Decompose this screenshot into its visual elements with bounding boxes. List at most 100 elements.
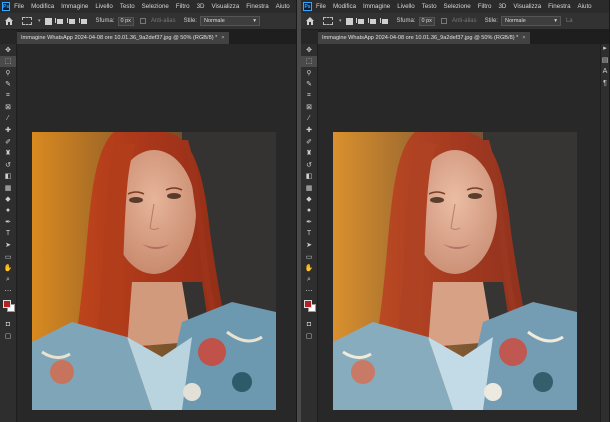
- menu-3d[interactable]: 3D: [197, 3, 205, 10]
- subtract-from-selection-icon[interactable]: [367, 17, 377, 25]
- type-icon[interactable]: T: [0, 228, 16, 240]
- menu-file[interactable]: File: [14, 3, 24, 10]
- gradient-icon[interactable]: ▦: [0, 182, 16, 194]
- antialias-checkbox[interactable]: [139, 18, 146, 24]
- menu-3d[interactable]: 3D: [498, 3, 506, 10]
- menu-testo[interactable]: Testo: [120, 3, 135, 10]
- menu-immagine[interactable]: Immagine: [61, 3, 88, 10]
- feather-input[interactable]: 0 px: [117, 16, 134, 26]
- subtract-from-selection-icon[interactable]: [66, 17, 76, 25]
- feather-input[interactable]: 0 px: [418, 16, 435, 26]
- color-swatches[interactable]: [301, 297, 317, 319]
- gradient-icon[interactable]: ▦: [301, 182, 317, 194]
- move-icon[interactable]: ✥: [0, 44, 16, 56]
- add-to-selection-icon[interactable]: [54, 17, 64, 25]
- document-tab[interactable]: Immagine WhatsApp 2024-04-08 ore 10.01.3…: [17, 32, 229, 44]
- menu-filtro[interactable]: Filtro: [478, 3, 492, 10]
- play-icon[interactable]: ▸: [601, 44, 609, 56]
- style-select[interactable]: Normale ▾: [199, 16, 260, 26]
- menu-livello[interactable]: Livello: [95, 3, 113, 10]
- lasso-icon[interactable]: ϙ: [301, 67, 317, 79]
- healing-brush-icon[interactable]: ✚: [0, 125, 16, 137]
- pen-icon[interactable]: ✒: [0, 217, 16, 229]
- dodge-icon[interactable]: ●: [301, 205, 317, 217]
- path-select-icon[interactable]: ➤: [0, 240, 16, 252]
- lasso-icon[interactable]: ϙ: [0, 67, 16, 79]
- move-icon[interactable]: ✥: [301, 44, 317, 56]
- frame-icon[interactable]: ⊠: [0, 102, 16, 114]
- type-icon[interactable]: T: [301, 228, 317, 240]
- menu-modifica[interactable]: Modifica: [31, 3, 54, 10]
- chevron-down-icon[interactable]: ▾: [38, 18, 41, 24]
- brush-icon[interactable]: ✐: [301, 136, 317, 148]
- menu-filtro[interactable]: Filtro: [176, 3, 190, 10]
- menu-selezione[interactable]: Selezione: [444, 3, 471, 10]
- canvas-area[interactable]: [319, 44, 600, 422]
- history-brush-icon[interactable]: ↺: [0, 159, 16, 171]
- hand-icon[interactable]: ✋: [301, 263, 317, 275]
- marquee-icon[interactable]: ⬚: [301, 55, 317, 67]
- crop-icon[interactable]: ⌗: [301, 90, 317, 102]
- zoom-icon[interactable]: ⌕: [0, 274, 16, 286]
- eraser-icon[interactable]: ◧: [301, 171, 317, 183]
- menu-aiuto[interactable]: Aiuto: [276, 3, 290, 10]
- menu-immagine[interactable]: Immagine: [363, 3, 390, 10]
- marquee-icon[interactable]: ⬚: [0, 55, 16, 67]
- pen-icon[interactable]: ✒: [301, 217, 317, 229]
- home-icon[interactable]: [305, 16, 315, 26]
- dodge-icon[interactable]: ●: [0, 205, 16, 217]
- menu-livello[interactable]: Livello: [397, 3, 415, 10]
- rectangle-icon[interactable]: ▭: [301, 251, 317, 263]
- menu-modifica[interactable]: Modifica: [333, 3, 356, 10]
- intersect-selection-icon[interactable]: [78, 17, 88, 25]
- menu-finestra[interactable]: Finestra: [246, 3, 268, 10]
- more-tools-icon[interactable]: ⋯: [0, 286, 16, 298]
- menu-visualizza[interactable]: Visualizza: [212, 3, 240, 10]
- quick-select-icon[interactable]: ✎: [0, 79, 16, 91]
- screen-mode-icon[interactable]: ▢: [0, 331, 16, 343]
- zoom-icon[interactable]: ⌕: [301, 274, 317, 286]
- menu-selezione[interactable]: Selezione: [142, 3, 169, 10]
- close-icon[interactable]: ×: [522, 32, 525, 44]
- intersect-selection-icon[interactable]: [379, 17, 389, 25]
- rectangular-marquee-icon[interactable]: [323, 17, 333, 25]
- frame-icon[interactable]: ⊠: [301, 102, 317, 114]
- crop-icon[interactable]: ⌗: [0, 90, 16, 102]
- foreground-color-swatch[interactable]: [304, 300, 312, 308]
- menu-finestra[interactable]: Finestra: [548, 3, 570, 10]
- chevron-down-icon[interactable]: ▾: [339, 18, 342, 24]
- hand-icon[interactable]: ✋: [0, 263, 16, 275]
- menu-visualizza[interactable]: Visualizza: [513, 3, 541, 10]
- clone-stamp-icon[interactable]: ♜: [301, 148, 317, 160]
- screen-mode-icon[interactable]: ▢: [301, 331, 317, 343]
- panel-icon[interactable]: ▤: [601, 56, 609, 68]
- quick-select-icon[interactable]: ✎: [301, 79, 317, 91]
- history-brush-icon[interactable]: ↺: [301, 159, 317, 171]
- clone-stamp-icon[interactable]: ♜: [0, 148, 16, 160]
- antialias-checkbox[interactable]: [440, 18, 447, 24]
- eyedropper-icon[interactable]: ⁄: [0, 113, 16, 125]
- menu-testo[interactable]: Testo: [422, 3, 437, 10]
- character-panel-icon[interactable]: A: [601, 68, 609, 80]
- close-icon[interactable]: ×: [221, 32, 224, 44]
- quick-mask-icon[interactable]: ◘: [0, 319, 16, 331]
- menu-file[interactable]: File: [316, 3, 326, 10]
- add-to-selection-icon[interactable]: [355, 17, 365, 25]
- new-selection-icon[interactable]: [44, 17, 52, 25]
- quick-mask-icon[interactable]: ◘: [301, 319, 317, 331]
- menu-aiuto[interactable]: Aiuto: [578, 3, 592, 10]
- eraser-icon[interactable]: ◧: [0, 171, 16, 183]
- rectangle-icon[interactable]: ▭: [0, 251, 16, 263]
- blur-icon[interactable]: ◆: [0, 194, 16, 206]
- new-selection-icon[interactable]: [345, 17, 353, 25]
- more-tools-icon[interactable]: ⋯: [301, 286, 317, 298]
- paragraph-panel-icon[interactable]: ¶: [601, 80, 609, 92]
- color-swatches[interactable]: [0, 297, 16, 319]
- eyedropper-icon[interactable]: ⁄: [301, 113, 317, 125]
- healing-brush-icon[interactable]: ✚: [301, 125, 317, 137]
- foreground-color-swatch[interactable]: [3, 300, 11, 308]
- brush-icon[interactable]: ✐: [0, 136, 16, 148]
- blur-icon[interactable]: ◆: [301, 194, 317, 206]
- canvas-area[interactable]: [18, 44, 296, 422]
- style-select[interactable]: Normale ▾: [500, 16, 561, 26]
